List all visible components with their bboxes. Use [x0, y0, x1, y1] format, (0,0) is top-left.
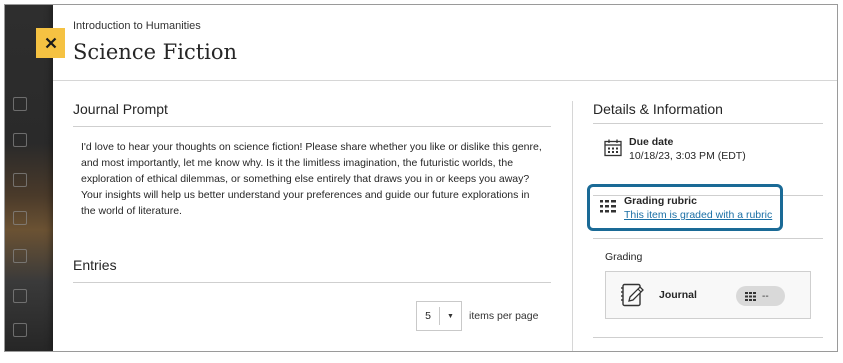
pagination-controls: 5 ▼ items per page	[416, 301, 538, 331]
background-nav-icon	[13, 97, 27, 111]
due-date-text: Due date 10/18/23, 3:03 PM (EDT)	[629, 136, 746, 162]
details-heading: Details & Information	[593, 101, 823, 124]
items-per-page-value: 5	[425, 310, 431, 322]
journal-panel: Introduction to Humanities Science Ficti…	[53, 5, 837, 351]
column-divider	[572, 101, 573, 351]
journal-prompt-heading: Journal Prompt	[73, 101, 551, 127]
course-name: Introduction to Humanities	[73, 20, 201, 32]
grading-rubric-item: Grading rubric This item is graded with …	[587, 184, 783, 231]
close-button[interactable]	[36, 28, 65, 58]
divider	[593, 337, 823, 338]
rubric-link[interactable]: This item is graded with a rubric	[624, 209, 772, 221]
rubric-icon	[600, 200, 616, 213]
grading-label: Grading	[605, 251, 643, 263]
rubric-text: Grading rubric This item is graded with …	[624, 195, 772, 221]
grade-pill[interactable]: --	[736, 286, 785, 306]
background-nav-icon	[13, 173, 27, 187]
items-per-page-label: items per page	[469, 310, 539, 322]
items-per-page-select[interactable]: 5 ▼	[416, 301, 462, 331]
background-nav-icon	[13, 249, 27, 263]
calendar-icon	[604, 139, 622, 157]
grading-card[interactable]: Journal --	[605, 271, 811, 319]
due-date-value: 10/18/23, 3:03 PM (EDT)	[629, 150, 746, 162]
details-information-section: Details & Information Due date 10/18/23,…	[587, 101, 823, 338]
due-date-label: Due date	[629, 136, 674, 148]
entries-heading: Entries	[73, 257, 551, 283]
page-title: Science Fiction	[73, 40, 238, 64]
grading-item-label: Journal	[659, 289, 697, 301]
journal-icon	[621, 283, 644, 307]
close-icon	[45, 37, 56, 49]
journal-prompt-section: Journal Prompt I'd love to hear your tho…	[73, 101, 551, 219]
background-nav-icon	[13, 133, 27, 147]
gradebook-icon	[745, 291, 756, 301]
grade-value: --	[762, 290, 769, 302]
journal-prompt-text: I'd love to hear your thoughts on scienc…	[81, 141, 542, 217]
panel-header: Introduction to Humanities Science Ficti…	[53, 5, 837, 81]
background-nav-icon	[13, 323, 27, 337]
divider	[593, 238, 823, 239]
caret-down-icon: ▼	[447, 312, 454, 320]
background-nav-icon	[13, 289, 27, 303]
background-nav-icon	[13, 211, 27, 225]
rubric-label: Grading rubric	[624, 195, 697, 207]
screenshot-frame: Introduction to Humanities Science Ficti…	[4, 4, 838, 352]
